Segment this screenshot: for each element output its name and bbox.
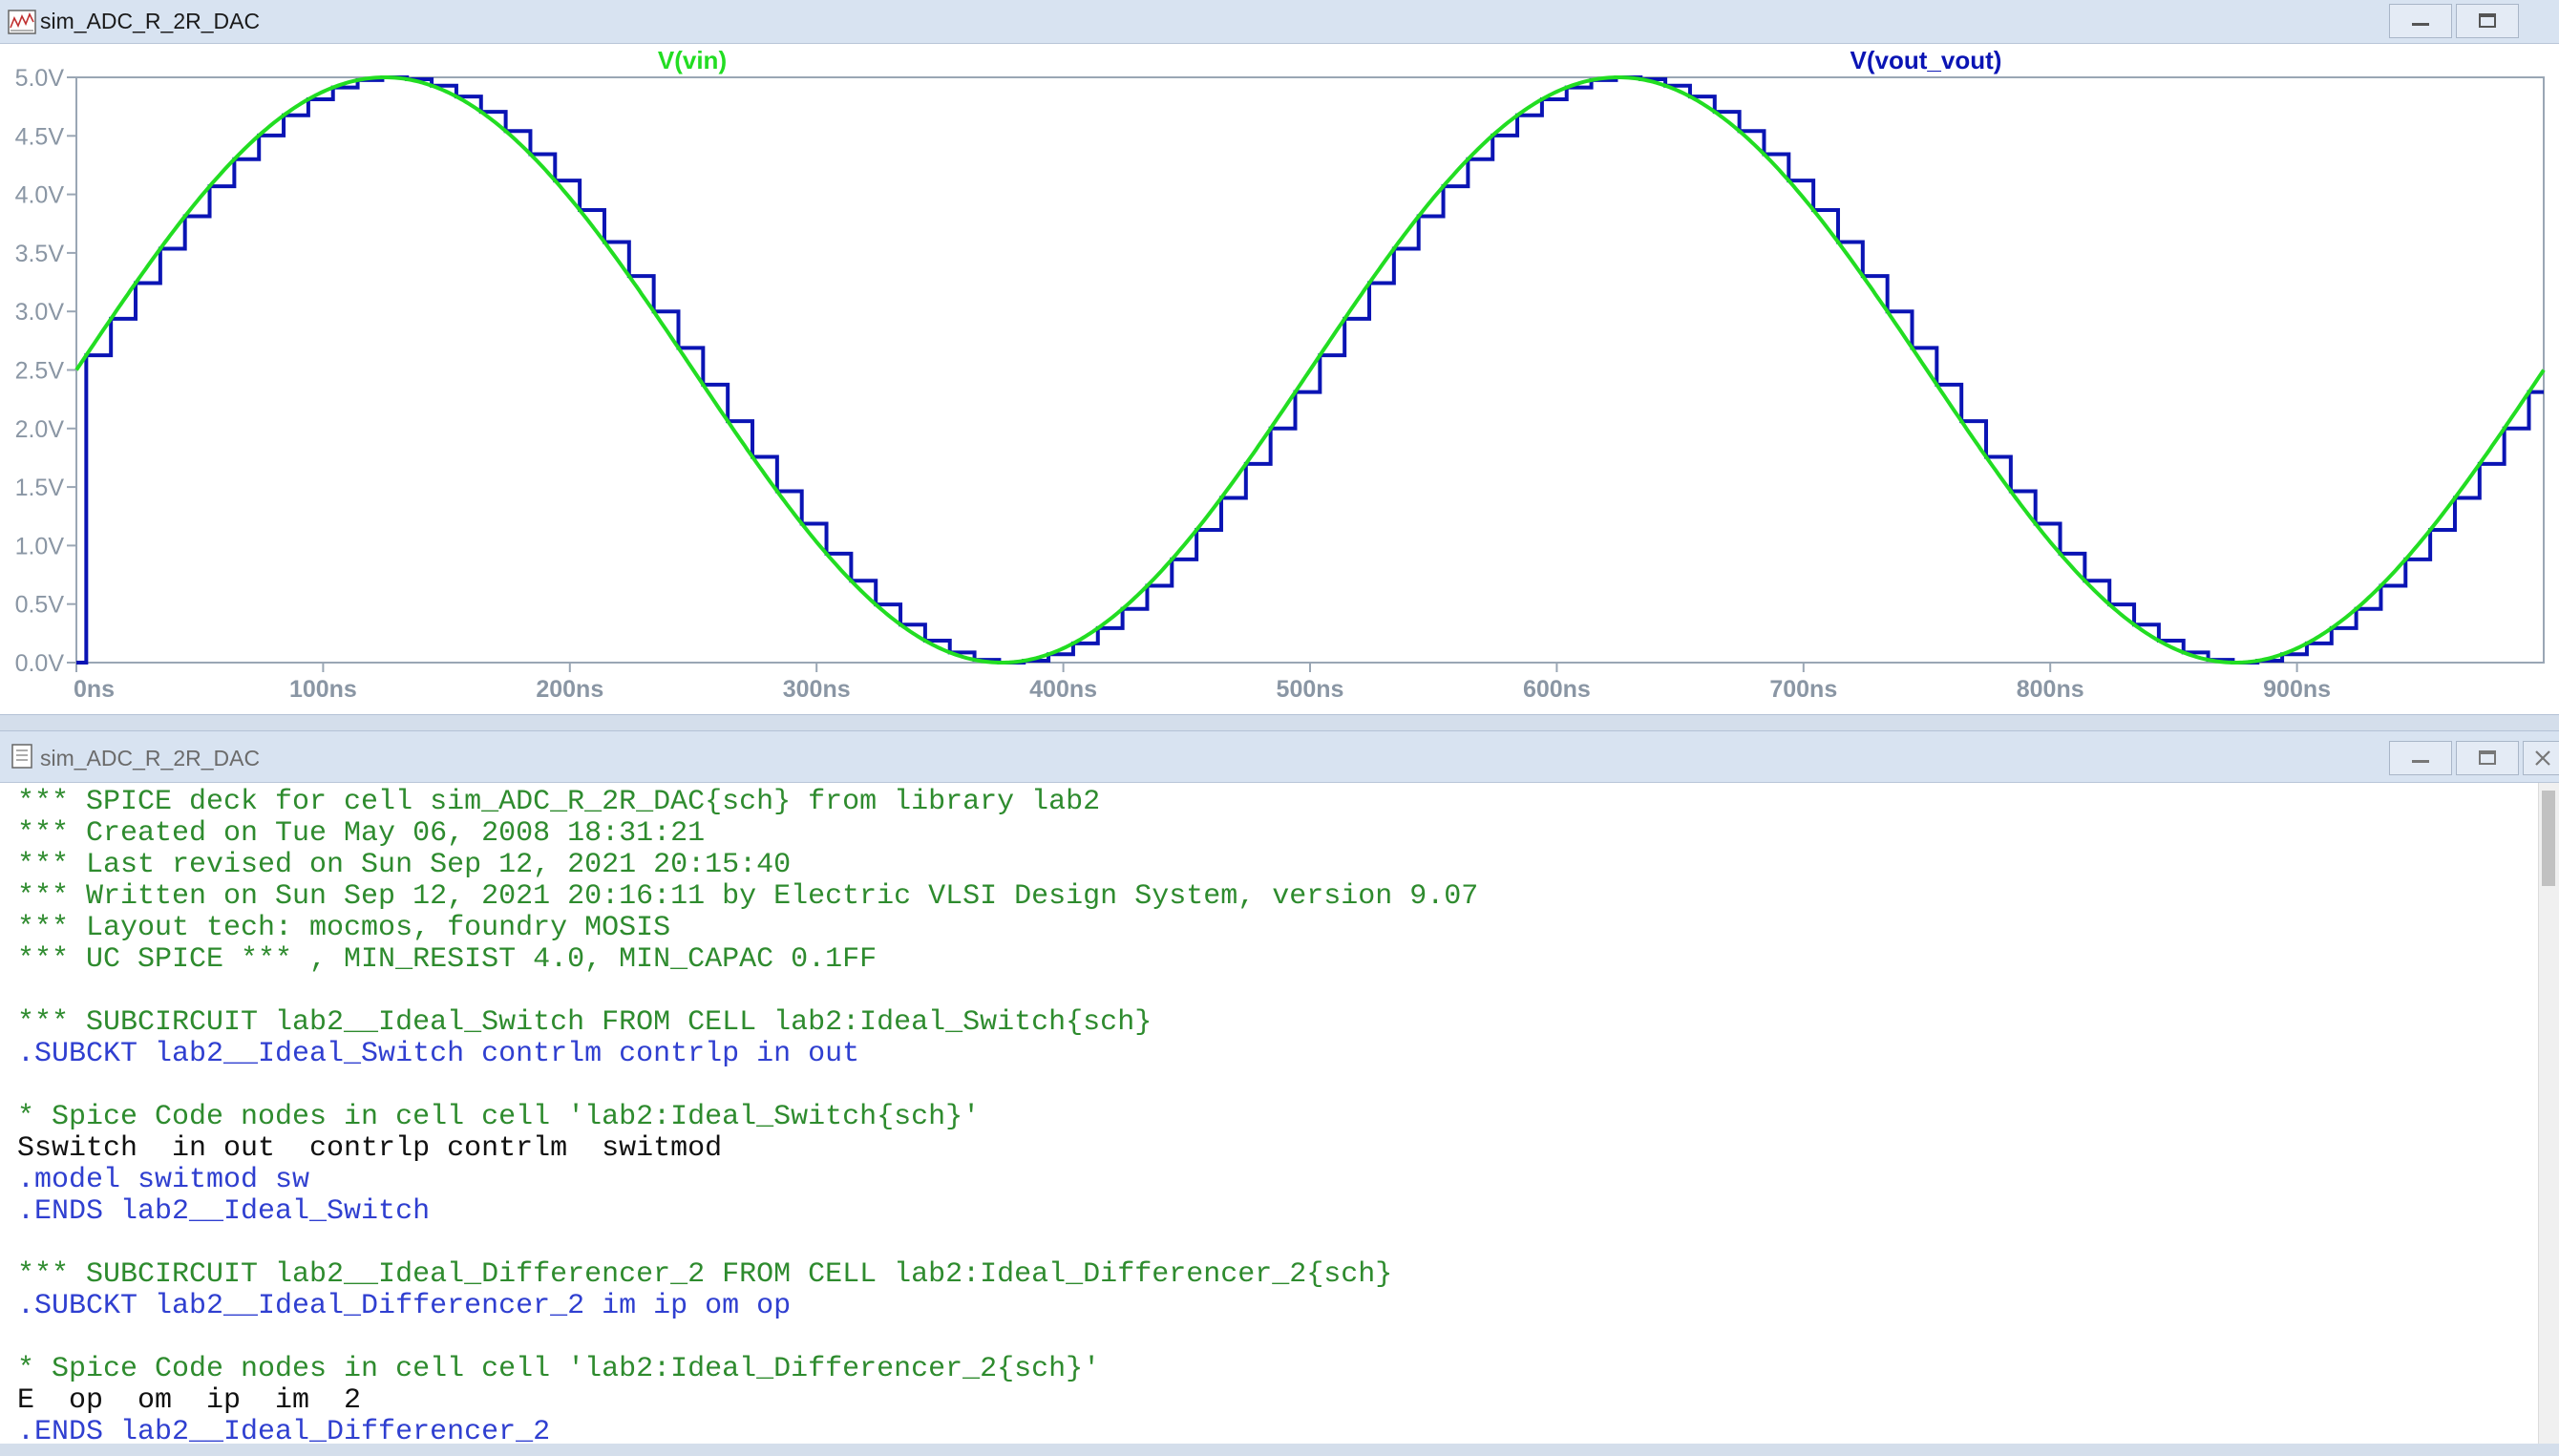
maximize-button-2[interactable] [2456, 741, 2519, 775]
minimize-button-2[interactable] [2389, 741, 2452, 775]
y-tick-label: 2.5V [15, 358, 65, 385]
netlist-line[interactable]: *** Created on Tue May 06, 2008 18:31:21 [17, 818, 705, 850]
x-tick-label: 100ns [289, 676, 357, 703]
netlist-line[interactable]: *** SUBCIRCUIT lab2__Ideal_Switch FROM C… [17, 1007, 1152, 1039]
x-tick-label: 700ns [1769, 676, 1837, 703]
waveform-titlebar[interactable]: sim_ADC_R_2R_DAC [0, 0, 2559, 44]
x-tick-label: 0ns [74, 676, 115, 703]
netlist-window-title: sim_ADC_R_2R_DAC [40, 746, 261, 770]
close-icon [2535, 750, 2550, 766]
minimize-icon [2412, 23, 2429, 26]
netlist-line[interactable]: *** Written on Sun Sep 12, 2021 20:16:11… [17, 881, 1478, 913]
trace-label-vout[interactable]: V(vout_vout) [1851, 46, 2002, 74]
netlist-line[interactable]: .model switmod sw [17, 1165, 309, 1196]
netlist-text-area[interactable]: *** SPICE deck for cell sim_ADC_R_2R_DAC… [0, 783, 2538, 1456]
netlist-line[interactable]: Sswitch in out contrlp contrlm switmod [17, 1133, 722, 1165]
netlist-line[interactable]: .SUBCKT lab2__Ideal_Switch contrlm contr… [17, 1039, 859, 1070]
y-axis: 5.0V 4.5V 4.0V 3.5V 3.0V 2.5V 2.0V 1.5V 1.0V 0.5V… [15, 65, 76, 677]
waveform-plot[interactable]: 5.0V 4.5V 4.0V 3.5V 3.0V 2.5V 2.0V 1.5V 1.0V 0.5V… [0, 44, 2559, 714]
waveform-icon [8, 10, 36, 34]
netlist-line[interactable]: *** UC SPICE *** , MIN_RESIST 4.0, MIN_C… [17, 944, 877, 976]
x-tick-label: 200ns [536, 676, 603, 703]
netlist-line[interactable]: * Spice Code nodes in cell cell 'lab2:Id… [17, 1102, 980, 1133]
y-tick-label: 0.0V [15, 650, 65, 677]
netlist-line[interactable]: *** Last revised on Sun Sep 12, 2021 20:… [17, 850, 791, 881]
bottom-edge [0, 1444, 2559, 1456]
document-icon [11, 744, 32, 769]
y-tick-label: 5.0V [15, 65, 65, 92]
y-tick-label: 2.0V [15, 416, 65, 443]
x-tick-label: 900ns [2263, 676, 2331, 703]
maximize-icon [2479, 13, 2496, 28]
netlist-window: sim_ADC_R_2R_DAC *** SPICE deck for cell… [0, 731, 2559, 1456]
netlist-titlebar[interactable]: sim_ADC_R_2R_DAC [0, 731, 2559, 783]
netlist-line[interactable]: *** SUBCIRCUIT lab2__Ideal_Differencer_2… [17, 1259, 1392, 1291]
minimize-button[interactable] [2389, 4, 2452, 38]
netlist-line[interactable]: *** SPICE deck for cell sim_ADC_R_2R_DAC… [17, 787, 1100, 818]
vertical-scrollbar[interactable] [2538, 783, 2559, 1456]
maximize-button[interactable] [2456, 4, 2519, 38]
scrollbar-thumb[interactable] [2542, 791, 2555, 886]
x-tick-label: 600ns [1523, 676, 1591, 703]
y-tick-label: 4.0V [15, 182, 65, 209]
window-separator[interactable] [0, 714, 2559, 731]
x-axis: 0ns 100ns 200ns 300ns 400ns 500ns 600ns 700ns 80… [74, 663, 2331, 703]
trace-label-vin[interactable]: V(vin) [658, 46, 727, 74]
y-tick-label: 0.5V [15, 592, 65, 619]
y-tick-label: 3.5V [15, 241, 65, 267]
waveform-window-title: sim_ADC_R_2R_DAC [40, 9, 261, 33]
netlist-line[interactable]: * Spice Code nodes in cell cell 'lab2:Id… [17, 1354, 1100, 1385]
waveform-window: sim_ADC_R_2R_DAC 5.0V 4.5V 4.0V 3.5V 3.0V 2.5… [0, 0, 2559, 714]
trace-vin[interactable] [74, 75, 2546, 665]
netlist-line[interactable]: .ENDS lab2__Ideal_Switch [17, 1196, 430, 1228]
x-tick-label: 500ns [1277, 676, 1344, 703]
netlist-line[interactable]: *** Layout tech: mocmos, foundry MOSIS [17, 913, 670, 944]
y-tick-label: 3.0V [15, 299, 65, 326]
y-tick-label: 1.0V [15, 533, 65, 559]
x-tick-label: 300ns [783, 676, 851, 703]
x-tick-label: 400ns [1029, 676, 1097, 703]
maximize-icon [2479, 750, 2496, 765]
traces [74, 75, 2546, 665]
x-tick-label: 800ns [2017, 676, 2084, 703]
y-tick-label: 1.5V [15, 475, 65, 501]
netlist-line[interactable]: .SUBCKT lab2__Ideal_Differencer_2 im ip … [17, 1291, 791, 1322]
close-button[interactable] [2523, 741, 2559, 775]
netlist-line[interactable]: E op om ip im 2 [17, 1385, 361, 1417]
y-tick-label: 4.5V [15, 123, 65, 150]
minimize-icon [2412, 760, 2429, 763]
